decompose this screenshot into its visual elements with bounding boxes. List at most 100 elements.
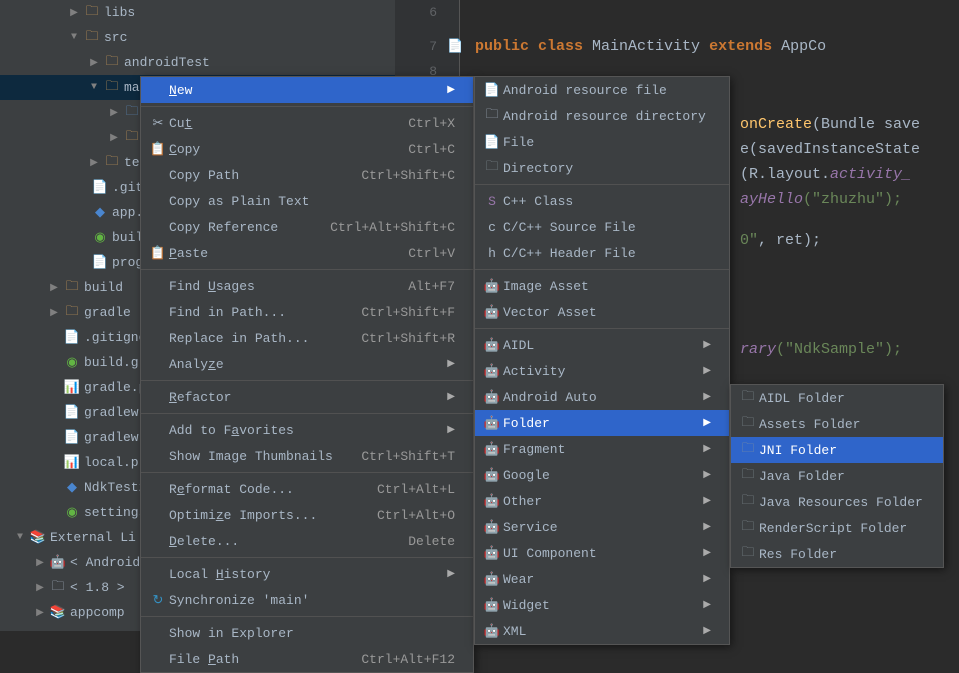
folder-icon: 🗀 [104,80,120,96]
code-line: ayHello("zhuzhu"); [730,191,902,208]
menu-folder[interactable]: 🤖Folder▶ [475,410,729,436]
menu-wear[interactable]: 🤖Wear▶ [475,566,729,592]
context-menu: NNewew▶ ✂CutCtrl+X 📋CopyCtrl+C Copy Path… [140,76,474,673]
android-icon: 🤖 [481,305,503,320]
folder-icon: 🗀 [84,5,100,21]
tree-label: External Li [50,530,136,545]
menu-separator [141,472,473,473]
menu-renderscript-folder[interactable]: 🗀RenderScript Folder [731,515,943,541]
file-icon: 📄 [64,330,80,346]
tree-row[interactable]: ▶ 🗀 androidTest [0,50,395,75]
menu-copy-ref[interactable]: Copy ReferenceCtrl+Alt+Shift+C [141,214,473,240]
res-dir-icon: 🗀 [481,105,503,127]
shortcut: Ctrl+Shift+T [361,449,455,464]
class-gutter-icon[interactable]: 📄 [447,39,465,54]
menu-activity[interactable]: 🤖Activity▶ [475,358,729,384]
submenu-arrow-icon: ▶ [703,495,711,507]
menu-fragment[interactable]: 🤖Fragment▶ [475,436,729,462]
menu-copy-path[interactable]: Copy PathCtrl+Shift+C [141,162,473,188]
menu-java-res-folder[interactable]: 🗀Java Resources Folder [731,489,943,515]
menu-paste[interactable]: 📋PasteCtrl+V [141,240,473,266]
folder-icon: 🗀 [737,543,759,565]
menu-other[interactable]: 🤖Other▶ [475,488,729,514]
menu-show-thumb[interactable]: Show Image ThumbnailsCtrl+Shift+T [141,443,473,469]
menu-jni-folder[interactable]: 🗀JNI Folder [731,437,943,463]
menu-find-usages[interactable]: Find UsagesAlt+F7 [141,273,473,299]
menu-optimize[interactable]: Optimize Imports...Ctrl+Alt+O [141,502,473,528]
menu-res-folder[interactable]: 🗀Res Folder [731,541,943,567]
tree-row[interactable]: ▶ 🗀 libs [0,0,395,25]
menu-local-history[interactable]: Local History▶ [141,561,473,587]
shortcut: Ctrl+V [408,246,455,261]
android-icon: 🤖 [481,442,503,457]
menu-new[interactable]: NNewew▶ [141,77,473,103]
menu-cpp-header[interactable]: hC/C++ Header File [475,240,729,266]
code-line: (R.layout.activity_ [730,166,911,183]
menu-directory[interactable]: 🗀Directory [475,155,729,181]
menu-java-folder[interactable]: 🗀Java Folder [731,463,943,489]
folder-icon: 🗀 [104,55,120,71]
android-icon: 🤖 [481,364,503,379]
menu-separator [141,557,473,558]
iml-icon: ◆ [92,205,108,221]
code-line: e(savedInstanceState [730,141,920,158]
res-file-icon: 📄 [481,83,503,98]
menu-explorer[interactable]: Show in Explorer [141,620,473,646]
menu-cpp-source[interactable]: cC/C++ Source File [475,214,729,240]
submenu-arrow-icon: ▶ [703,339,711,351]
menu-android-auto[interactable]: 🤖Android Auto▶ [475,384,729,410]
menu-sync[interactable]: ↻Synchronize 'main' [141,587,473,613]
menu-separator [141,413,473,414]
tree-row[interactable]: ▼ 🗀 src [0,25,395,50]
folder-icon: 🗀 [84,30,100,46]
tree-label: settings [84,505,146,520]
menu-ui-component[interactable]: 🤖UI Component▶ [475,540,729,566]
folder-icon: 🗀 [737,413,759,435]
menu-aidl[interactable]: 🤖AIDL▶ [475,332,729,358]
file-icon: 📄 [92,255,108,271]
props-icon: 📊 [64,380,80,396]
tree-label: libs [104,5,135,20]
tree-label: < Android [70,555,140,570]
android-icon: 🤖 [50,555,66,571]
menu-android-res-file[interactable]: 📄Android resource file [475,77,729,103]
menu-file[interactable]: 📄File [475,129,729,155]
file-icon: 📄 [64,405,80,421]
android-icon: 🤖 [481,468,503,483]
arrow-right-icon: ▶ [48,307,60,319]
arrow-down-icon: ▼ [14,532,26,543]
android-icon: 🤖 [481,572,503,587]
menu-cut[interactable]: ✂CutCtrl+X [141,110,473,136]
menu-xml[interactable]: 🤖XML▶ [475,618,729,644]
menu-image-asset[interactable]: 🤖Image Asset [475,273,729,299]
tree-label: src [104,30,127,45]
menu-analyze[interactable]: Analyze▶ [141,351,473,377]
menu-find-in-path[interactable]: Find in Path...Ctrl+Shift+F [141,299,473,325]
struct-icon: S [481,194,503,209]
menu-file-path[interactable]: File PathCtrl+Alt+F12 [141,646,473,672]
menu-replace-in-path[interactable]: Replace in Path...Ctrl+Shift+R [141,325,473,351]
menu-copy-plain[interactable]: Copy as Plain Text [141,188,473,214]
menu-service[interactable]: 🤖Service▶ [475,514,729,540]
menu-vector-asset[interactable]: 🤖Vector Asset [475,299,729,325]
menu-google[interactable]: 🤖Google▶ [475,462,729,488]
menu-separator [141,380,473,381]
jdk-icon: 🗀 [50,580,66,596]
menu-cpp-class[interactable]: SC++ Class [475,188,729,214]
submenu-arrow-icon: ▶ [447,358,455,370]
menu-add-fav[interactable]: Add to Favorites▶ [141,417,473,443]
menu-aidl-folder[interactable]: 🗀AIDL Folder [731,385,943,411]
submenu-arrow-icon: ▶ [447,424,455,436]
menu-assets-folder[interactable]: 🗀Assets Folder [731,411,943,437]
tree-label: gradlew. [84,430,146,445]
menu-copy[interactable]: 📋CopyCtrl+C [141,136,473,162]
menu-delete[interactable]: Delete...Delete [141,528,473,554]
menu-refactor[interactable]: Refactor▶ [141,384,473,410]
c-file-icon: c [481,220,503,235]
menu-widget[interactable]: 🤖Widget▶ [475,592,729,618]
menu-reformat[interactable]: Reformat Code...Ctrl+Alt+L [141,476,473,502]
folder-icon: 🗀 [737,491,759,513]
menu-android-res-dir[interactable]: 🗀Android resource directory [475,103,729,129]
code-line: 0", ret); [730,232,821,249]
android-icon: 🤖 [481,520,503,535]
